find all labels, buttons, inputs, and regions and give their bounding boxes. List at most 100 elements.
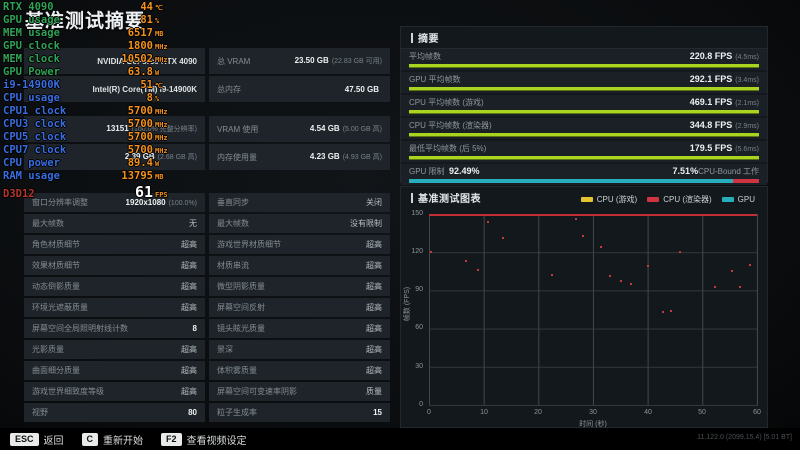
settings-row: 曲面细分质量 超高 bbox=[24, 361, 205, 380]
osd-line: GPU Power 63.8 W bbox=[3, 66, 179, 79]
summary-row-label: CPU 平均帧数 (渲染器) bbox=[409, 121, 492, 130]
summary-row: GPU 平均帧数 292.1 FPS (3.4ms) bbox=[401, 72, 767, 93]
setting-value: 超高 bbox=[181, 303, 197, 312]
legend-label: CPU (渲染器) bbox=[663, 195, 712, 204]
summary-row-label: GPU 平均帧数 bbox=[409, 75, 461, 84]
setting-label: 动态倒影质量 bbox=[32, 282, 80, 291]
settings-row: 动态倒影质量 超高 bbox=[24, 277, 205, 296]
osd-unit: MHz bbox=[155, 147, 168, 155]
summary-row-label: 平均帧数 bbox=[409, 52, 441, 61]
y-tick: 120 bbox=[411, 248, 423, 255]
setting-label: 视野 bbox=[32, 408, 48, 417]
osd-unit: % bbox=[155, 95, 160, 103]
summary-row-label: 最低平均帧数 (后 5%) bbox=[409, 144, 487, 153]
osd-unit: MHz bbox=[155, 108, 168, 116]
osd-label: CPU1 clock bbox=[3, 105, 67, 117]
settings-row: 体积雾质量 超高 bbox=[209, 361, 390, 380]
setting-value: 8 bbox=[192, 324, 197, 333]
osd-line: CPU7 clock 5700 MHz bbox=[3, 144, 179, 157]
osd-line: CPU3 clock 5700 MHz bbox=[3, 118, 179, 131]
setting-label: 体积雾质量 bbox=[217, 366, 257, 375]
summary-row-value: 469.1 FPS (2.1ms) bbox=[689, 97, 759, 107]
osd-line: D3D12 61 FPS bbox=[3, 183, 179, 201]
footer-bar: ESC 返回 C 重新开始 F2 查看视频设定 bbox=[0, 428, 800, 450]
vram-usage-label: VRAM 使用 bbox=[217, 124, 259, 134]
osd-unit: W bbox=[155, 160, 160, 168]
x-tick: 50 bbox=[698, 409, 706, 416]
setting-label: 材质串流 bbox=[217, 261, 249, 270]
osd-unit: MHz bbox=[155, 43, 168, 51]
setting-value: 超高 bbox=[181, 345, 197, 354]
osd-label: GPU Power bbox=[3, 66, 60, 78]
setting-label: 粒子生成率 bbox=[217, 408, 257, 417]
setting-value: 超高 bbox=[366, 345, 382, 354]
setting-label: 最大帧数 bbox=[32, 219, 64, 228]
settings-row: 屏幕空间全局照明射线计数 8 bbox=[24, 319, 205, 338]
fps-cap-line bbox=[429, 214, 757, 216]
footer-key-c[interactable]: C 重新开始 bbox=[81, 432, 143, 447]
setting-value: 超高 bbox=[181, 282, 197, 291]
y-tick: 150 bbox=[411, 210, 423, 217]
frame-spike-dot bbox=[574, 218, 577, 221]
frame-spike-dot bbox=[629, 283, 632, 286]
settings-row: 屏幕空间可变速率阴影 质量 bbox=[209, 382, 390, 401]
osd-label: D3D12 bbox=[3, 188, 35, 200]
legend-swatch bbox=[580, 197, 593, 202]
summary-row: CPU 平均帧数 (渲染器) 344.8 FPS (2.9ms) bbox=[401, 118, 767, 139]
legend-swatch bbox=[721, 197, 734, 202]
total-ram-label: 总内存 bbox=[217, 84, 241, 94]
frame-spike-dot bbox=[647, 265, 650, 268]
cpu-bound-label: 7.51%CPU-Bound 工作 bbox=[672, 166, 759, 176]
setting-value: 15 bbox=[373, 408, 382, 417]
osd-value: 5700 bbox=[127, 118, 153, 130]
osd-value: 81 bbox=[140, 14, 153, 26]
setting-value: 超高 bbox=[366, 366, 382, 375]
setting-label: 景深 bbox=[217, 345, 233, 354]
total-ram-cell: 总内存 47.50 GB bbox=[209, 76, 390, 102]
settings-row: 镜头眩光质量 超高 bbox=[209, 319, 390, 338]
frame-spike-dot bbox=[430, 251, 433, 254]
setting-label: 曲面细分质量 bbox=[32, 366, 80, 375]
frame-spike-dot bbox=[730, 270, 733, 273]
frame-spike-dot bbox=[582, 234, 585, 237]
setting-value: 关闭 bbox=[366, 198, 382, 207]
gpu-limit-bar-gpu-segment bbox=[409, 179, 733, 183]
keycap-action-label: 查看视频设定 bbox=[186, 435, 247, 447]
osd-value: 44 bbox=[140, 1, 153, 13]
settings-row: 微型阴影质量 超高 bbox=[209, 277, 390, 296]
frame-spike-dot bbox=[661, 311, 664, 314]
osd-line: GPU usage 81 % bbox=[3, 14, 179, 27]
gpu-limit-bar bbox=[409, 179, 759, 183]
osd-label: GPU usage bbox=[3, 14, 60, 26]
legend-item: CPU (游戏) bbox=[580, 194, 637, 205]
summary-row: 最低平均帧数 (后 5%) 179.5 FPS (5.6ms) bbox=[401, 141, 767, 162]
frame-spike-dot bbox=[669, 309, 672, 312]
settings-column-right: 垂直同步 关闭 最大帧数 没有限制 游戏世界材质细节 超高 材质串流 超高 微型… bbox=[209, 193, 390, 422]
gpu-limit-label: GPU 限制 92.49% bbox=[409, 166, 480, 176]
settings-row: 效果材质细节 超高 bbox=[24, 256, 205, 275]
setting-value: 无 bbox=[189, 219, 197, 228]
footer-key-f2[interactable]: F2 查看视频设定 bbox=[161, 432, 247, 447]
footer-key-esc[interactable]: ESC 返回 bbox=[10, 432, 64, 447]
osd-label: GPU clock bbox=[3, 40, 60, 52]
osd-label: RTX 4090 bbox=[3, 1, 54, 13]
total-vram-sub: (22.83 GB 可用) bbox=[331, 58, 382, 65]
osd-value: 8 bbox=[146, 92, 153, 104]
frame-spike-dot bbox=[609, 275, 612, 278]
settings-row: 角色材质细节 超高 bbox=[24, 235, 205, 254]
osd-unit: FPS bbox=[155, 191, 168, 199]
setting-label: 游戏世界细致度等级 bbox=[32, 387, 104, 396]
legend-label: GPU bbox=[737, 195, 755, 204]
osd-value: 5700 bbox=[127, 131, 153, 143]
osd-unit: ℃ bbox=[155, 82, 163, 90]
osd-line: RTX 4090 44 ℃ bbox=[3, 1, 179, 14]
cpu-bound-value: 7.51% bbox=[672, 166, 699, 176]
setting-value: 超高 bbox=[181, 366, 197, 375]
setting-value: 没有限制 bbox=[350, 219, 382, 228]
osd-line: CPU1 clock 5700 MHz bbox=[3, 105, 179, 118]
osd-unit: % bbox=[155, 17, 160, 25]
vram-usage-cell: VRAM 使用 4.54 GB (5.00 GB 高) bbox=[209, 116, 390, 142]
settings-row: 环境光遮蔽质量 超高 bbox=[24, 298, 205, 317]
fps-bar bbox=[409, 64, 759, 68]
osd-unit: W bbox=[155, 69, 160, 77]
